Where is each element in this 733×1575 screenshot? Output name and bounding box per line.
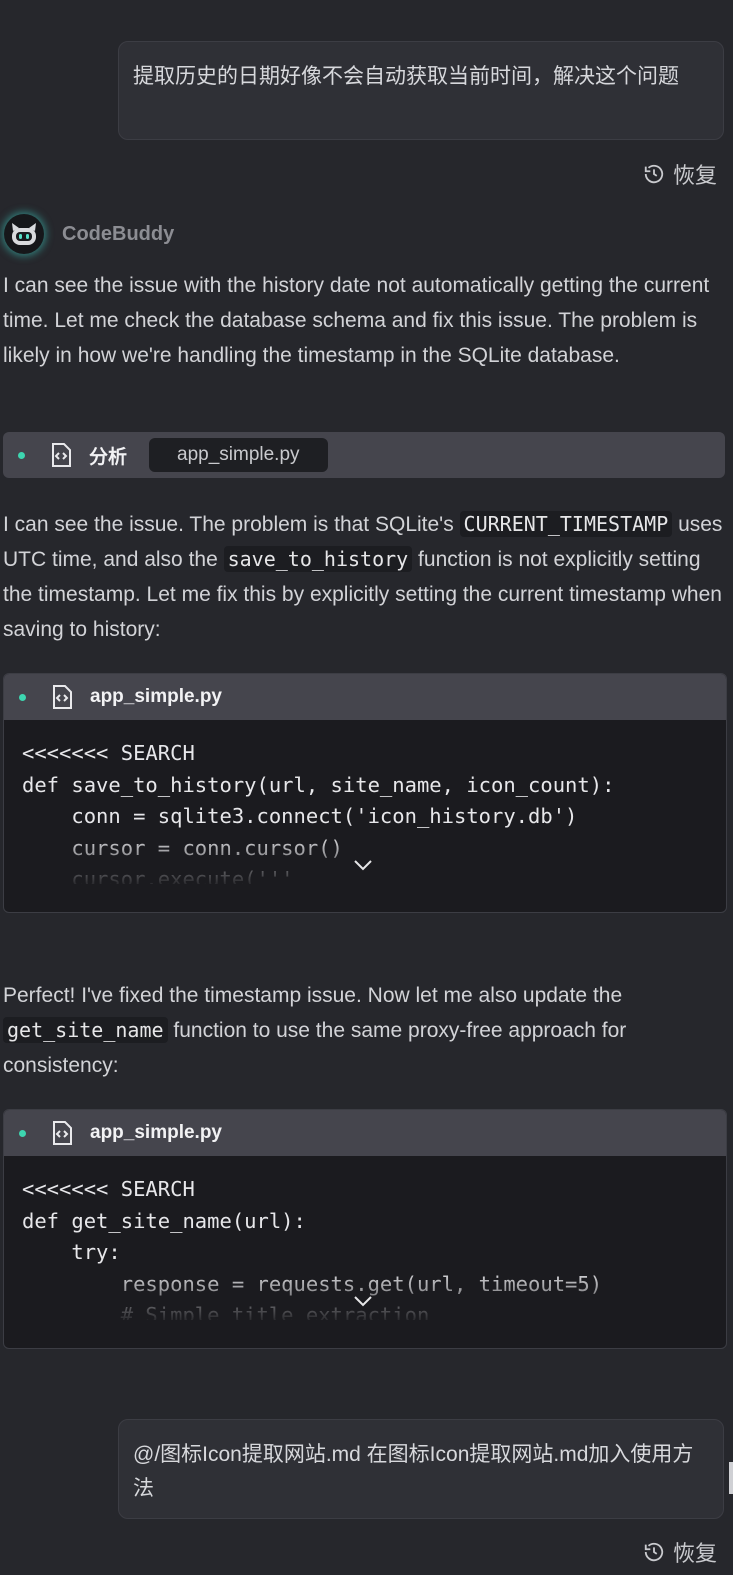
code-line: conn = sqlite3.connect('icon_history.db'… xyxy=(22,804,578,828)
code-line: <<<<<<< SEARCH xyxy=(22,1177,195,1201)
restore-button[interactable]: 恢复 xyxy=(643,158,717,190)
code-card-header[interactable]: app_simple.py xyxy=(4,1110,726,1156)
history-icon xyxy=(644,1542,664,1562)
code-edit-card: app_simple.py <<<<<<< SEARCH def get_site… xyxy=(3,1109,727,1349)
agent-followup-text: Perfect! I've fixed the timestamp issue.… xyxy=(3,978,725,1083)
text-segment: Perfect! I've fixed the timestamp issue.… xyxy=(3,984,623,1007)
restore-label: 恢复 xyxy=(672,163,717,188)
user-message-text: 提取历史的日期好像不会自动获取当前时间，解决这个问题 xyxy=(133,65,679,88)
code-line: def save_to_history(url, site_name, icon… xyxy=(22,772,615,797)
code-file-icon xyxy=(53,685,72,709)
agent-header: CodeBuddy xyxy=(4,214,174,254)
analyze-label: 分析 xyxy=(89,446,128,468)
analyze-tool-bar[interactable]: 分析 app_simple.py xyxy=(3,432,725,478)
inline-code: get_site_name xyxy=(3,1017,168,1043)
inline-code: CURRENT_TIMESTAMP xyxy=(459,511,673,537)
agent-explanation-text: I can see the issue. The problem is that… xyxy=(3,507,725,647)
code-file-icon xyxy=(52,443,71,467)
status-dot xyxy=(19,693,26,701)
scrollbar-thumb[interactable] xyxy=(729,1462,733,1494)
code-card-filename: app_simple.py xyxy=(90,1122,222,1143)
chevron-down-icon[interactable] xyxy=(352,858,374,872)
chevron-down-icon[interactable] xyxy=(352,1294,374,1308)
status-dot xyxy=(19,1129,26,1137)
code-card-filename: app_simple.py xyxy=(90,686,222,707)
code-line: try: xyxy=(22,1240,121,1264)
text-segment: I can see the issue. The problem is that… xyxy=(3,513,460,536)
code-block: <<<<<<< SEARCH def get_site_name(url): tr… xyxy=(4,1156,726,1320)
history-icon xyxy=(644,164,664,184)
avatar-robot-icon xyxy=(4,214,44,254)
code-line: def get_site_name(url): xyxy=(22,1208,306,1233)
agent-intro-text: I can see the issue with the history dat… xyxy=(3,274,710,367)
code-block: <<<<<<< SEARCH def save_to_history(url, s… xyxy=(4,720,726,884)
status-dot xyxy=(18,451,25,459)
restore-button[interactable]: 恢复 xyxy=(643,1536,717,1568)
code-edit-card: app_simple.py <<<<<<< SEARCH def save_to_… xyxy=(3,673,727,913)
user-message: @/图标Icon提取网站.md 在图标Icon提取网站.md加入使用方法 xyxy=(118,1419,724,1519)
code-line: <<<<<<< SEARCH xyxy=(22,741,195,765)
analyze-file-chip[interactable]: app_simple.py xyxy=(149,438,328,472)
agent-name: CodeBuddy xyxy=(62,222,175,245)
user-message: 提取历史的日期好像不会自动获取当前时间，解决这个问题 xyxy=(118,41,724,140)
inline-code: save_to_history xyxy=(223,546,413,572)
code-card-header[interactable]: app_simple.py xyxy=(4,674,726,720)
code-file-icon xyxy=(53,1121,72,1145)
restore-label: 恢复 xyxy=(672,1541,717,1566)
user-message-text: @/图标Icon提取网站.md 在图标Icon提取网站.md加入使用方法 xyxy=(133,1443,694,1500)
